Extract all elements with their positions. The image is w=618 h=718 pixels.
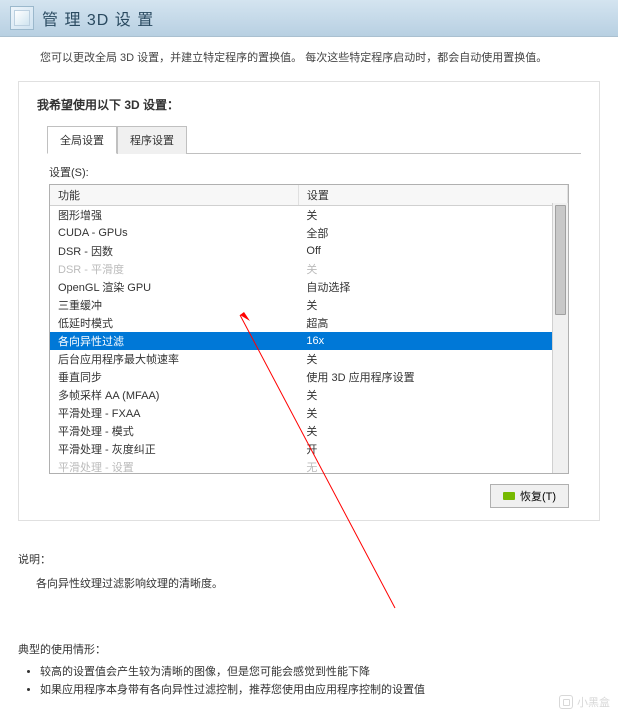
settings-panel: 我希望使用以下 3D 设置： 全局设置 程序设置 设置(S): 功能 设置 图形…	[18, 81, 600, 521]
table-row[interactable]: 平滑处理 - 设置无	[50, 458, 568, 474]
setting-cell: 自动选择	[298, 278, 567, 296]
setting-cell: 全部	[298, 224, 567, 242]
header-3d-icon	[10, 6, 34, 30]
table-row[interactable]: 三重缓冲关	[50, 296, 568, 314]
setting-cell[interactable]: 16x⌄	[298, 332, 567, 350]
description-block: 说明： 各向异性纹理过滤影响纹理的清晰度。	[18, 551, 600, 591]
table-row[interactable]: CUDA - GPUs全部	[50, 224, 568, 242]
table-row[interactable]: 平滑处理 - FXAA关	[50, 404, 568, 422]
feature-cell: 后台应用程序最大帧速率	[50, 350, 298, 368]
setting-cell: 关	[298, 386, 567, 404]
setting-cell: 无	[298, 458, 567, 474]
setting-cell: 超高	[298, 314, 567, 332]
setting-cell: 关	[298, 206, 567, 225]
settings-label: 设置(S):	[49, 164, 581, 180]
settings-table: 功能 设置 图形增强关CUDA - GPUs全部DSR - 因数OffDSR -…	[50, 185, 568, 474]
table-row[interactable]: 平滑处理 - 灰度纠正开	[50, 440, 568, 458]
page-title: 管 理 3D 设 置	[42, 6, 154, 30]
settings-table-wrap: 功能 设置 图形增强关CUDA - GPUs全部DSR - 因数OffDSR -…	[49, 184, 569, 474]
setting-cell: 使用 3D 应用程序设置	[298, 368, 567, 386]
feature-cell: 图形增强	[50, 206, 298, 225]
setting-cell: 关	[298, 350, 567, 368]
col-setting[interactable]: 设置	[298, 185, 567, 206]
scrollbar-thumb[interactable]	[555, 205, 566, 315]
intro-text: 您可以更改全局 3D 设置，并建立特定程序的置换值。 每次这些特定程序启动时，都…	[0, 37, 618, 75]
setting-cell: 关	[298, 422, 567, 440]
table-row[interactable]: 后台应用程序最大帧速率关	[50, 350, 568, 368]
tab-row: 全局设置 程序设置	[47, 125, 581, 154]
feature-cell: DSR - 平滑度	[50, 260, 298, 278]
feature-cell: 三重缓冲	[50, 296, 298, 314]
setting-cell: 关	[298, 260, 567, 278]
watermark-text: 小黑盒	[577, 694, 610, 710]
description-text: 各向异性纹理过滤影响纹理的清晰度。	[36, 575, 600, 591]
feature-cell: 多帧采样 AA (MFAA)	[50, 386, 298, 404]
table-row[interactable]: 垂直同步使用 3D 应用程序设置	[50, 368, 568, 386]
tab-global[interactable]: 全局设置	[47, 126, 117, 154]
feature-cell: 各向异性过滤	[50, 332, 298, 350]
usage-heading: 典型的使用情形：	[18, 641, 600, 657]
usage-item: 如果应用程序本身带有各向异性过滤控制，推荐您使用由应用程序控制的设置值	[40, 681, 600, 697]
feature-cell: 平滑处理 - FXAA	[50, 404, 298, 422]
table-row[interactable]: DSR - 因数Off	[50, 242, 568, 260]
feature-cell: 平滑处理 - 模式	[50, 422, 298, 440]
table-row[interactable]: DSR - 平滑度关	[50, 260, 568, 278]
feature-cell: 平滑处理 - 灰度纠正	[50, 440, 298, 458]
feature-cell: 垂直同步	[50, 368, 298, 386]
vertical-scrollbar[interactable]	[552, 203, 568, 473]
setting-cell: 关	[298, 404, 567, 422]
panel-title: 我希望使用以下 3D 设置：	[37, 96, 581, 113]
table-row[interactable]: 平滑处理 - 模式关	[50, 422, 568, 440]
usage-list: 较高的设置值会产生较为清晰的图像，但是您可能会感觉到性能下降 如果应用程序本身带…	[40, 663, 600, 697]
watermark: 小黑盒	[559, 694, 610, 710]
col-feature[interactable]: 功能	[50, 185, 298, 206]
usage-item: 较高的设置值会产生较为清晰的图像，但是您可能会感觉到性能下降	[40, 663, 600, 679]
setting-cell: 开	[298, 440, 567, 458]
table-row[interactable]: 各向异性过滤16x⌄	[50, 332, 568, 350]
feature-cell: OpenGL 渲染 GPU	[50, 278, 298, 296]
feature-cell: 平滑处理 - 设置	[50, 458, 298, 474]
table-row[interactable]: 低延时模式超高	[50, 314, 568, 332]
nvidia-logo-icon	[503, 492, 515, 500]
table-row[interactable]: 多帧采样 AA (MFAA)关	[50, 386, 568, 404]
watermark-icon	[559, 695, 573, 709]
feature-cell: 低延时模式	[50, 314, 298, 332]
description-heading: 说明：	[18, 551, 600, 567]
feature-cell: DSR - 因数	[50, 242, 298, 260]
setting-cell: 关	[298, 296, 567, 314]
tab-program[interactable]: 程序设置	[117, 126, 187, 154]
button-row: 恢复(T)	[37, 484, 569, 508]
feature-cell: CUDA - GPUs	[50, 224, 298, 242]
usage-block: 典型的使用情形： 较高的设置值会产生较为清晰的图像，但是您可能会感觉到性能下降 …	[18, 641, 600, 697]
table-row[interactable]: 图形增强关	[50, 206, 568, 225]
restore-button-label: 恢复(T)	[520, 488, 556, 504]
table-row[interactable]: OpenGL 渲染 GPU自动选择	[50, 278, 568, 296]
setting-value: 16x	[306, 335, 324, 347]
page-header: 管 理 3D 设 置	[0, 0, 618, 37]
restore-button[interactable]: 恢复(T)	[490, 484, 569, 508]
setting-cell: Off	[298, 242, 567, 260]
